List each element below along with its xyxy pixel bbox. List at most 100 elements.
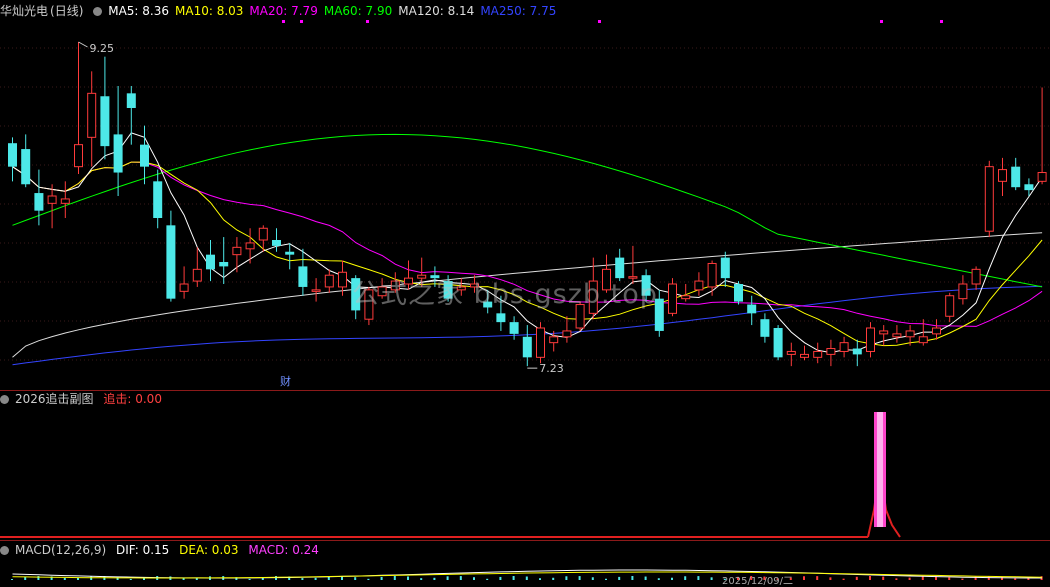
macd-bar — [684, 576, 687, 580]
candle-body — [905, 330, 915, 338]
signal-dot — [598, 20, 601, 23]
candle-body — [786, 350, 796, 355]
candle-body — [338, 271, 347, 288]
macd-bar — [671, 577, 673, 580]
candle-body — [984, 166, 994, 232]
candle-body — [179, 283, 189, 292]
macd-bar — [499, 576, 502, 580]
macd-dea: DEA: 0.03 — [179, 543, 239, 557]
macd-bar — [895, 578, 898, 580]
candle-body — [74, 144, 83, 168]
sub1-value: 追击: 0.00 — [103, 392, 162, 406]
candle-body — [1011, 166, 1021, 188]
macd-bar — [433, 577, 436, 580]
macd-date-label: 2025/12/09/二 — [722, 576, 794, 587]
macd-bar — [803, 576, 805, 580]
low-price-label: 7.23 — [539, 362, 564, 375]
macd-bar — [882, 576, 885, 580]
candle-body — [760, 319, 770, 337]
macd-bar — [578, 576, 581, 580]
macd-bar — [248, 578, 251, 580]
macd-bar — [407, 576, 409, 580]
candle-body — [192, 268, 202, 282]
candle-body — [21, 149, 31, 185]
macd-bar — [631, 576, 634, 580]
sub1-title: 2026追击副图 — [15, 392, 94, 406]
candle-body — [47, 195, 57, 204]
candle-body — [1037, 172, 1047, 182]
candle-body — [892, 333, 902, 338]
macd-settings-icon[interactable] — [0, 546, 9, 555]
macd-bar — [697, 576, 700, 580]
candle-body — [232, 246, 242, 256]
candle-body — [34, 193, 44, 211]
candle-body — [826, 348, 836, 355]
candle-body — [945, 295, 955, 317]
candle-body — [87, 92, 97, 138]
candle-body — [707, 262, 717, 288]
macd-dif: DIF: 0.15 — [115, 543, 170, 557]
macd-bar — [420, 578, 423, 580]
candle-body — [8, 143, 17, 167]
candle-body — [509, 322, 519, 334]
macd-title: MACD(12,26,9) — [15, 543, 107, 557]
macd-bar — [618, 576, 621, 580]
sub-panel-2-header: MACD(12,26,9) DIF: 0.15 DEA: 0.03 MACD: … — [0, 541, 325, 559]
candle-body — [958, 283, 968, 300]
signal-dot — [300, 20, 303, 23]
candle-body — [852, 348, 862, 355]
macd-bar — [301, 578, 304, 580]
macd-bar — [829, 577, 832, 580]
candle-body — [694, 280, 704, 291]
candle-body — [549, 336, 559, 344]
macd-bar — [908, 577, 911, 580]
candle-body — [747, 304, 757, 314]
macd-bar — [842, 578, 845, 580]
macd-bar — [1001, 576, 1003, 580]
macd-bar — [11, 579, 13, 580]
macd-bar — [1014, 578, 1017, 580]
high-marker-line — [78, 41, 88, 48]
candle-body — [272, 240, 281, 246]
macd-bar — [393, 576, 396, 580]
macd-bar — [63, 577, 66, 580]
candle-body — [245, 242, 255, 250]
candle-body — [562, 330, 572, 338]
candle-body — [668, 283, 677, 314]
candle-body — [324, 274, 334, 288]
candle-body — [800, 353, 809, 358]
macd-bar — [961, 578, 964, 580]
candle-body — [971, 268, 981, 285]
candle-body — [839, 342, 849, 352]
signal-dot — [282, 20, 285, 23]
macd-bar — [948, 577, 951, 580]
macd-bar — [77, 577, 79, 580]
watermark: 公式之家 bbs.gszb.top — [352, 279, 658, 310]
signal-dot — [366, 20, 369, 23]
candle-body — [813, 350, 823, 358]
candle-body — [866, 327, 875, 352]
candle-body — [720, 257, 730, 279]
macd-bar — [459, 576, 462, 580]
candle-body — [879, 330, 889, 335]
macd-bar — [869, 576, 871, 580]
candle-body — [536, 327, 545, 358]
sub1-settings-icon[interactable] — [0, 395, 9, 404]
candle-body — [773, 328, 783, 358]
candle-body — [918, 336, 928, 344]
candle-body — [166, 225, 176, 299]
macd-value: MACD: 0.24 — [248, 543, 319, 557]
candle-body — [932, 327, 941, 335]
macd-bar — [644, 576, 647, 580]
candle-body — [140, 144, 149, 167]
macd-bar — [591, 577, 594, 580]
macd-bar — [525, 576, 528, 580]
candle-body — [998, 169, 1007, 182]
candle-body — [285, 251, 295, 255]
candle-body — [258, 227, 268, 241]
candle-body — [522, 336, 532, 358]
macd-bar — [367, 578, 370, 580]
macd-bar — [855, 576, 858, 580]
candle-body — [681, 295, 691, 300]
signal-dot — [940, 20, 943, 23]
